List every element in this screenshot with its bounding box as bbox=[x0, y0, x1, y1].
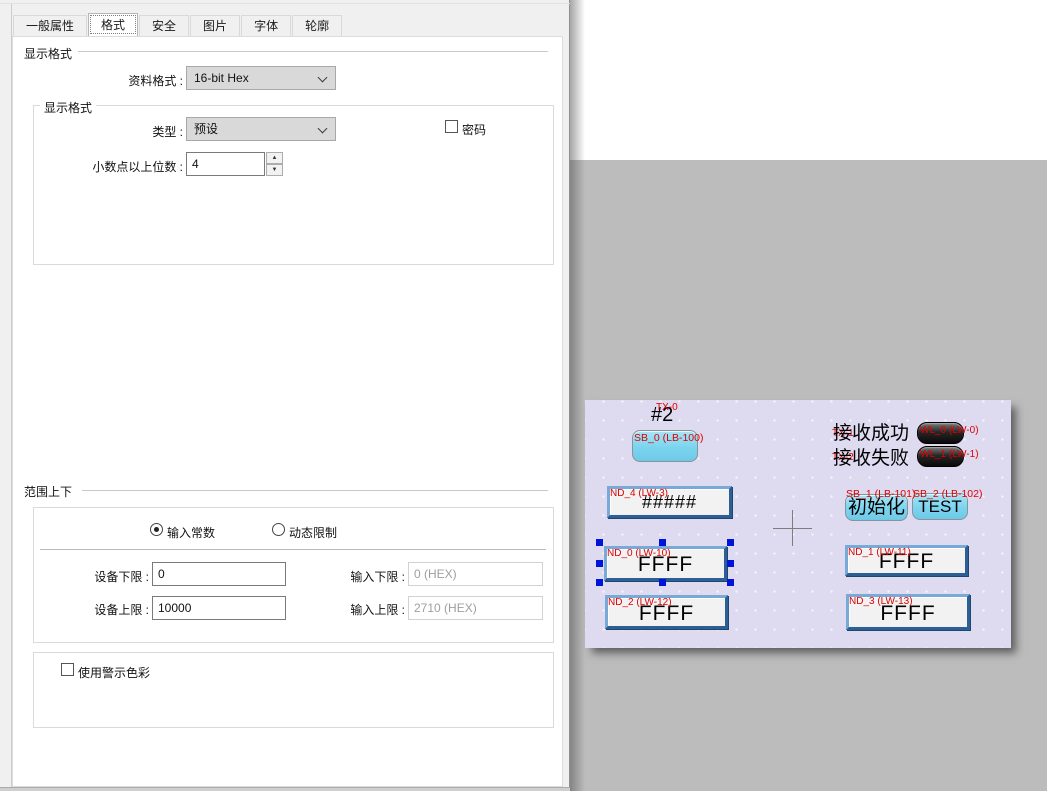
hmi-canvas[interactable]: TX-0 #2 SB_0 (LB-100) ##### ND_4 (LW-3) … bbox=[585, 400, 1011, 648]
spinner-down-button[interactable]: ▼ bbox=[266, 164, 283, 176]
crosshair-marker bbox=[773, 528, 812, 529]
type-label: 类型 : bbox=[130, 123, 183, 140]
selection-handle[interactable] bbox=[596, 560, 603, 567]
input-high-label: 输入上限 : bbox=[341, 601, 405, 618]
selection-handle[interactable] bbox=[596, 539, 603, 546]
text-object-tag: TX-0 bbox=[656, 402, 678, 413]
input-low-field[interactable] bbox=[408, 562, 543, 586]
selection-handle[interactable] bbox=[596, 579, 603, 586]
digits-label: 小数点以上位数 : bbox=[75, 158, 183, 175]
device-high-label: 设备上限 : bbox=[85, 601, 149, 618]
input-low-label: 输入下限 : bbox=[341, 568, 405, 585]
combobox-value: 预设 bbox=[194, 122, 218, 136]
data-format-label: 资料格式 : bbox=[103, 72, 183, 89]
selection-handle[interactable] bbox=[727, 560, 734, 567]
section-title-display-format: 显示格式 bbox=[24, 45, 72, 62]
numeric-display-tag: ND_1 (LW-11) bbox=[848, 547, 911, 558]
tab-strip: 一般属性 格式 安全 图片 字体 轮廓 bbox=[13, 15, 343, 36]
input-high-field[interactable] bbox=[408, 596, 543, 620]
combobox-value: 16-bit Hex bbox=[194, 71, 249, 85]
word-lamp-tag: WL_0 (LW-0) bbox=[920, 425, 979, 436]
tab-font[interactable]: 字体 bbox=[241, 15, 291, 36]
warning-color-checkbox-label: 使用警示色彩 bbox=[78, 664, 150, 681]
tab-security[interactable]: 安全 bbox=[139, 15, 189, 36]
numeric-display-tag: ND_4 (LW-3) bbox=[610, 488, 668, 499]
password-checkbox-label: 密码 bbox=[462, 121, 486, 138]
section-rule bbox=[82, 490, 548, 491]
separator-line bbox=[40, 549, 546, 550]
tab-general[interactable]: 一般属性 bbox=[13, 15, 87, 36]
set-bit-button-tag: SB_0 (LB-100) bbox=[634, 433, 703, 444]
selection-handle[interactable] bbox=[727, 539, 734, 546]
warning-color-checkbox[interactable] bbox=[61, 663, 74, 676]
selection-handle[interactable] bbox=[659, 539, 666, 546]
password-checkbox[interactable] bbox=[445, 120, 458, 133]
selection-handle[interactable] bbox=[727, 579, 734, 586]
device-low-label: 设备下限 : bbox=[85, 568, 149, 585]
text-object-tx1[interactable]: 接收成功 bbox=[833, 418, 909, 445]
type-combobox[interactable]: 预设 bbox=[186, 117, 336, 141]
digits-spinner: ▲ ▼ bbox=[266, 152, 283, 176]
radio-dot bbox=[154, 527, 159, 532]
chevron-down-icon bbox=[318, 73, 328, 83]
desktop-white-area bbox=[570, 0, 1047, 160]
dialog-drop-shadow bbox=[570, 0, 585, 791]
dialog-top-line bbox=[0, 3, 570, 4]
digits-input[interactable] bbox=[186, 152, 265, 176]
section-rule bbox=[78, 51, 548, 52]
selection-handle[interactable] bbox=[659, 579, 666, 586]
radio-dynamic-limit[interactable] bbox=[272, 523, 285, 536]
tab-picture[interactable]: 图片 bbox=[190, 15, 240, 36]
radio-input-constant-label: 输入常数 bbox=[167, 524, 215, 541]
device-low-input[interactable] bbox=[152, 562, 286, 586]
text-object-tx2[interactable]: 接收失败 bbox=[833, 443, 909, 470]
data-format-combobox[interactable]: 16-bit Hex bbox=[186, 66, 336, 90]
tab-format[interactable]: 格式 bbox=[88, 13, 138, 36]
groupbox-caption: 显示格式 bbox=[40, 99, 96, 116]
word-lamp-tag: WL_1 (LW-1) bbox=[920, 449, 979, 460]
set-bit-button-tag: SB_1 (LB-101) bbox=[846, 489, 915, 500]
chevron-down-icon bbox=[318, 124, 328, 134]
section-title-range: 范围上下 bbox=[24, 483, 72, 500]
numeric-display-tag: ND_3 (LW-13) bbox=[849, 596, 913, 607]
numeric-display-tag: ND_0 (LW-10) bbox=[607, 548, 671, 559]
spinner-up-button[interactable]: ▲ bbox=[266, 152, 283, 164]
set-bit-button-tag: SB_2 (LB-102) bbox=[913, 489, 982, 500]
radio-input-constant[interactable] bbox=[150, 523, 163, 536]
radio-dynamic-limit-label: 动态限制 bbox=[289, 524, 337, 541]
numeric-display-tag: ND_2 (LW-12) bbox=[608, 597, 672, 608]
properties-dialog: 一般属性 格式 安全 图片 字体 轮廓 显示格式 资料格式 : 16-bit H… bbox=[0, 0, 570, 791]
screen: TX-0 #2 SB_0 (LB-100) ##### ND_4 (LW-3) … bbox=[0, 0, 1047, 791]
tab-profile[interactable]: 轮廓 bbox=[292, 15, 342, 36]
dialog-bottom-bar bbox=[0, 787, 570, 791]
device-high-input[interactable] bbox=[152, 596, 286, 620]
